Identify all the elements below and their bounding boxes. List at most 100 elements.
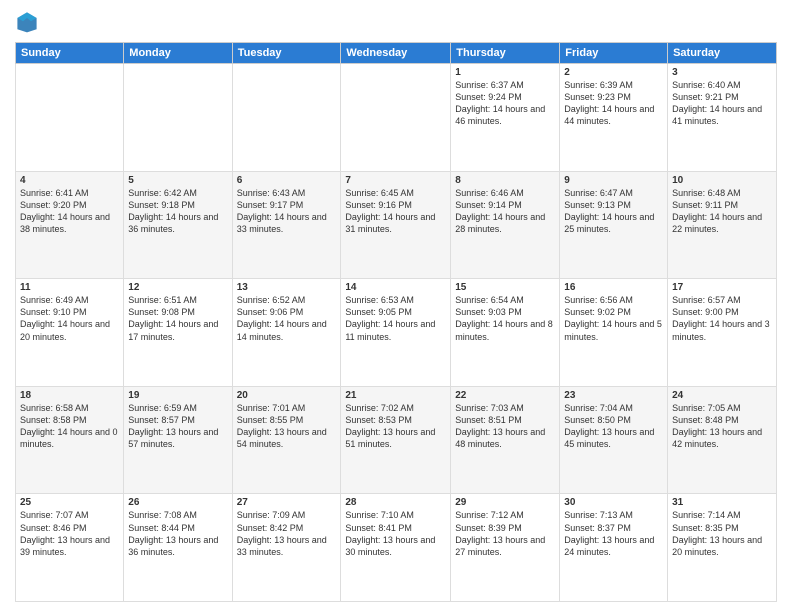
day-info: Sunrise: 6:56 AM Sunset: 9:02 PM Dayligh… [564,294,663,343]
calendar-cell: 12Sunrise: 6:51 AM Sunset: 9:08 PM Dayli… [124,279,232,387]
calendar-cell: 2Sunrise: 6:39 AM Sunset: 9:23 PM Daylig… [560,64,668,172]
calendar-cell: 29Sunrise: 7:12 AM Sunset: 8:39 PM Dayli… [451,494,560,602]
header [15,10,777,34]
calendar-cell: 14Sunrise: 6:53 AM Sunset: 9:05 PM Dayli… [341,279,451,387]
calendar-cell: 1Sunrise: 6:37 AM Sunset: 9:24 PM Daylig… [451,64,560,172]
calendar-cell [124,64,232,172]
day-info: Sunrise: 6:59 AM Sunset: 8:57 PM Dayligh… [128,402,227,451]
calendar-cell: 21Sunrise: 7:02 AM Sunset: 8:53 PM Dayli… [341,386,451,494]
calendar-table: SundayMondayTuesdayWednesdayThursdayFrid… [15,42,777,602]
logo-icon [15,10,39,34]
day-info: Sunrise: 7:02 AM Sunset: 8:53 PM Dayligh… [345,402,446,451]
day-number: 19 [128,390,227,401]
day-info: Sunrise: 6:51 AM Sunset: 9:08 PM Dayligh… [128,294,227,343]
calendar-cell: 20Sunrise: 7:01 AM Sunset: 8:55 PM Dayli… [232,386,341,494]
calendar-cell: 19Sunrise: 6:59 AM Sunset: 8:57 PM Dayli… [124,386,232,494]
calendar-cell: 25Sunrise: 7:07 AM Sunset: 8:46 PM Dayli… [16,494,124,602]
day-info: Sunrise: 7:07 AM Sunset: 8:46 PM Dayligh… [20,509,119,558]
day-info: Sunrise: 6:40 AM Sunset: 9:21 PM Dayligh… [672,79,772,128]
day-info: Sunrise: 7:12 AM Sunset: 8:39 PM Dayligh… [455,509,555,558]
page: SundayMondayTuesdayWednesdayThursdayFrid… [0,0,792,612]
day-info: Sunrise: 6:37 AM Sunset: 9:24 PM Dayligh… [455,79,555,128]
calendar-cell: 11Sunrise: 6:49 AM Sunset: 9:10 PM Dayli… [16,279,124,387]
day-info: Sunrise: 6:57 AM Sunset: 9:00 PM Dayligh… [672,294,772,343]
day-number: 28 [345,497,446,508]
day-number: 9 [564,175,663,186]
day-number: 24 [672,390,772,401]
day-number: 8 [455,175,555,186]
calendar-cell [341,64,451,172]
calendar-cell: 28Sunrise: 7:10 AM Sunset: 8:41 PM Dayli… [341,494,451,602]
calendar-cell: 27Sunrise: 7:09 AM Sunset: 8:42 PM Dayli… [232,494,341,602]
day-info: Sunrise: 6:43 AM Sunset: 9:17 PM Dayligh… [237,187,337,236]
week-row-4: 25Sunrise: 7:07 AM Sunset: 8:46 PM Dayli… [16,494,777,602]
day-info: Sunrise: 7:13 AM Sunset: 8:37 PM Dayligh… [564,509,663,558]
day-number: 30 [564,497,663,508]
day-number: 23 [564,390,663,401]
day-number: 15 [455,282,555,293]
day-number: 14 [345,282,446,293]
logo [15,10,43,34]
day-number: 29 [455,497,555,508]
calendar-cell: 26Sunrise: 7:08 AM Sunset: 8:44 PM Dayli… [124,494,232,602]
calendar-cell: 17Sunrise: 6:57 AM Sunset: 9:00 PM Dayli… [668,279,777,387]
calendar-cell: 8Sunrise: 6:46 AM Sunset: 9:14 PM Daylig… [451,171,560,279]
day-header-monday: Monday [124,43,232,64]
day-info: Sunrise: 7:03 AM Sunset: 8:51 PM Dayligh… [455,402,555,451]
day-number: 10 [672,175,772,186]
day-number: 3 [672,67,772,78]
week-row-2: 11Sunrise: 6:49 AM Sunset: 9:10 PM Dayli… [16,279,777,387]
calendar-cell: 13Sunrise: 6:52 AM Sunset: 9:06 PM Dayli… [232,279,341,387]
week-row-1: 4Sunrise: 6:41 AM Sunset: 9:20 PM Daylig… [16,171,777,279]
day-number: 6 [237,175,337,186]
calendar-cell: 30Sunrise: 7:13 AM Sunset: 8:37 PM Dayli… [560,494,668,602]
day-number: 11 [20,282,119,293]
day-header-friday: Friday [560,43,668,64]
calendar-cell: 22Sunrise: 7:03 AM Sunset: 8:51 PM Dayli… [451,386,560,494]
day-info: Sunrise: 6:54 AM Sunset: 9:03 PM Dayligh… [455,294,555,343]
day-number: 21 [345,390,446,401]
day-number: 13 [237,282,337,293]
calendar-cell: 4Sunrise: 6:41 AM Sunset: 9:20 PM Daylig… [16,171,124,279]
day-number: 4 [20,175,119,186]
day-info: Sunrise: 7:05 AM Sunset: 8:48 PM Dayligh… [672,402,772,451]
calendar-cell: 16Sunrise: 6:56 AM Sunset: 9:02 PM Dayli… [560,279,668,387]
day-number: 16 [564,282,663,293]
day-header-tuesday: Tuesday [232,43,341,64]
calendar-cell: 24Sunrise: 7:05 AM Sunset: 8:48 PM Dayli… [668,386,777,494]
calendar-cell [232,64,341,172]
calendar-cell: 9Sunrise: 6:47 AM Sunset: 9:13 PM Daylig… [560,171,668,279]
calendar-cell: 7Sunrise: 6:45 AM Sunset: 9:16 PM Daylig… [341,171,451,279]
day-info: Sunrise: 6:41 AM Sunset: 9:20 PM Dayligh… [20,187,119,236]
calendar-cell: 15Sunrise: 6:54 AM Sunset: 9:03 PM Dayli… [451,279,560,387]
day-number: 31 [672,497,772,508]
day-number: 25 [20,497,119,508]
day-info: Sunrise: 6:45 AM Sunset: 9:16 PM Dayligh… [345,187,446,236]
day-info: Sunrise: 7:04 AM Sunset: 8:50 PM Dayligh… [564,402,663,451]
day-number: 5 [128,175,227,186]
day-info: Sunrise: 6:48 AM Sunset: 9:11 PM Dayligh… [672,187,772,236]
day-header-sunday: Sunday [16,43,124,64]
day-number: 27 [237,497,337,508]
day-header-saturday: Saturday [668,43,777,64]
calendar-cell: 10Sunrise: 6:48 AM Sunset: 9:11 PM Dayli… [668,171,777,279]
day-info: Sunrise: 6:53 AM Sunset: 9:05 PM Dayligh… [345,294,446,343]
day-info: Sunrise: 7:10 AM Sunset: 8:41 PM Dayligh… [345,509,446,558]
day-number: 12 [128,282,227,293]
day-number: 2 [564,67,663,78]
week-row-0: 1Sunrise: 6:37 AM Sunset: 9:24 PM Daylig… [16,64,777,172]
day-info: Sunrise: 6:52 AM Sunset: 9:06 PM Dayligh… [237,294,337,343]
day-number: 20 [237,390,337,401]
day-info: Sunrise: 6:42 AM Sunset: 9:18 PM Dayligh… [128,187,227,236]
calendar-cell: 23Sunrise: 7:04 AM Sunset: 8:50 PM Dayli… [560,386,668,494]
day-number: 1 [455,67,555,78]
day-info: Sunrise: 7:14 AM Sunset: 8:35 PM Dayligh… [672,509,772,558]
day-info: Sunrise: 6:49 AM Sunset: 9:10 PM Dayligh… [20,294,119,343]
calendar-cell: 5Sunrise: 6:42 AM Sunset: 9:18 PM Daylig… [124,171,232,279]
day-header-wednesday: Wednesday [341,43,451,64]
day-info: Sunrise: 7:08 AM Sunset: 8:44 PM Dayligh… [128,509,227,558]
day-number: 18 [20,390,119,401]
day-info: Sunrise: 7:09 AM Sunset: 8:42 PM Dayligh… [237,509,337,558]
calendar-header-row: SundayMondayTuesdayWednesdayThursdayFrid… [16,43,777,64]
day-info: Sunrise: 6:46 AM Sunset: 9:14 PM Dayligh… [455,187,555,236]
